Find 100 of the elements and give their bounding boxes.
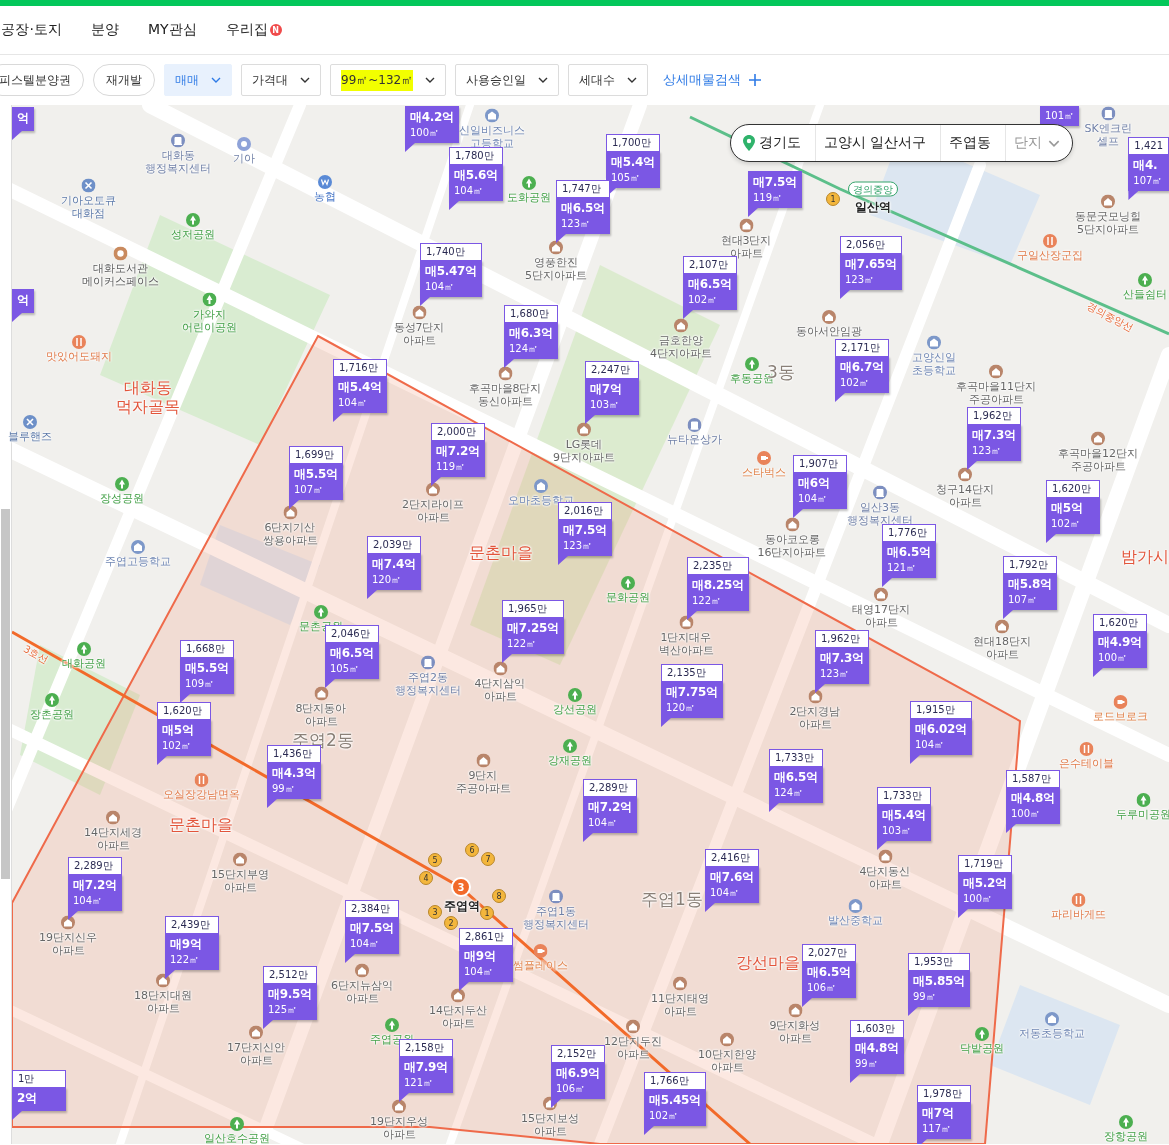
place-label: 15단지보성 아파트 [521, 1111, 579, 1138]
place-label: 대화동 먹자골목 [116, 378, 180, 416]
house-icon [1101, 194, 1115, 209]
breadcrumb-item[interactable]: 주엽동 [949, 125, 1007, 161]
tree-icon [230, 1117, 244, 1131]
house-icon [788, 1003, 802, 1018]
place-label: 19단지우성 아파트 [370, 1114, 428, 1141]
school-icon [131, 540, 145, 554]
house-icon [674, 318, 688, 333]
tree-icon [522, 176, 536, 190]
place-label: 일산3동 행정복지센터 [847, 500, 913, 527]
place-label: 도화공원 [507, 191, 551, 204]
location-pin-icon [743, 135, 755, 151]
place-label: 장항공원 [1104, 1130, 1148, 1143]
house-icon [995, 619, 1009, 634]
filter-dropdown[interactable]: 사용승인일 [455, 64, 560, 96]
plus-icon [749, 74, 762, 86]
place-label: 기아 [233, 152, 255, 165]
filter-dropdown[interactable]: 매매 [164, 64, 232, 96]
place-label: 동아서안임광 [796, 325, 862, 338]
house-icon [498, 366, 512, 381]
line-badge: 경의중앙 [848, 181, 898, 197]
filter-chip[interactable]: 재개발 [93, 64, 155, 96]
house-icon [233, 852, 247, 867]
house-icon [822, 310, 836, 324]
filter-dropdown[interactable]: 세대수 [568, 64, 649, 96]
house-icon [808, 689, 822, 704]
place-label: 문촌마을 [469, 542, 533, 562]
detail-search-link[interactable]: 상세매물검색 [663, 71, 762, 89]
place-label: 8단지동아 아파트 [295, 701, 347, 728]
school-icon [848, 899, 862, 913]
house-icon [626, 1019, 640, 1034]
house-icon [785, 517, 799, 532]
house-icon [577, 422, 591, 437]
house-icon [249, 1025, 263, 1040]
wrench-icon [23, 415, 37, 429]
house-icon [679, 615, 693, 630]
place-label: 17단지신안 아파트 [227, 1040, 285, 1067]
place-label: 동문굿모닝힐 5단지아파트 [1075, 209, 1141, 236]
house-icon [878, 849, 892, 864]
fork-icon [1043, 234, 1057, 248]
place-label: 금호한양 4단지아파트 [650, 333, 712, 360]
place-label: 1단지대우 벽산아파트 [658, 630, 714, 657]
place-label: 맛있어도돼지 [46, 350, 112, 363]
place-label: 장성공원 [100, 492, 144, 505]
fork-icon [1071, 893, 1085, 907]
filter-dropdown[interactable]: 99㎡~132㎡ [330, 64, 447, 96]
place-label: 문촌마을 [169, 814, 233, 834]
tree-icon [45, 693, 59, 707]
place-label: 6단지기산 쌍용아파트 [262, 520, 318, 547]
fork-icon [72, 335, 86, 349]
house-icon [1091, 431, 1105, 446]
fork-icon [194, 773, 208, 787]
school-icon [485, 108, 499, 123]
building-icon [873, 485, 887, 500]
place-label: 장촌공원 [30, 708, 74, 721]
house-icon [874, 587, 888, 602]
filter-dropdown[interactable]: 가격대 [241, 64, 321, 96]
tree-icon [186, 213, 200, 227]
house-icon [412, 305, 426, 320]
place-label: 기아오토큐 대화점 [60, 193, 116, 220]
breadcrumb-item[interactable]: 경기도 [759, 125, 816, 161]
tree-icon [563, 739, 577, 753]
place-label: 발산중학교 [827, 914, 883, 927]
place-label: 성저공원 [171, 228, 215, 241]
place-label: 주엽1동 행정복지센터 [523, 904, 589, 931]
house-icon [739, 218, 753, 233]
place-label: 15단지부영 아파트 [211, 867, 269, 894]
house-icon [673, 976, 687, 991]
place-label: 저동초등학교 [1019, 1027, 1085, 1040]
place-label: 파리바게뜨 [1050, 908, 1106, 921]
nav-link[interactable]: 우리집 N [225, 21, 282, 39]
tree-icon [568, 688, 582, 702]
place-label: 뉴타운상가 [666, 433, 722, 446]
chevron-down-icon [425, 77, 436, 83]
place-label: 주엽고등학교 [105, 555, 171, 568]
tree-icon [1119, 1115, 1133, 1129]
house-icon [958, 467, 972, 482]
chevron-down-icon [300, 77, 310, 83]
house-icon [989, 364, 1003, 379]
tree-icon [314, 605, 328, 619]
new-badge: N [269, 24, 282, 36]
filter-chip[interactable]: 피스텔분양권 [0, 64, 84, 96]
place-label: 14단지두산 아파트 [429, 1003, 487, 1030]
place-label: 구일산장군집 [1017, 249, 1083, 262]
place-label: 동성7단지 아파트 [393, 320, 445, 347]
scrollbar[interactable] [1, 509, 10, 879]
place-label: 두루미공원 [1115, 808, 1169, 821]
nav-link[interactable]: MY관심 [147, 21, 197, 39]
building-icon [421, 655, 435, 670]
cup-icon [533, 944, 547, 958]
tree-icon [1138, 273, 1152, 287]
place-label: 스타벅스 [742, 466, 786, 479]
school-icon [534, 479, 548, 493]
place-label: 대화도서관 메이커스페이스 [81, 261, 159, 288]
breadcrumb-item[interactable]: 고양시 일산서구 [824, 125, 942, 161]
house-icon [355, 963, 369, 978]
house-icon [426, 482, 440, 497]
nav-link[interactable]: ·공장·토지 [0, 21, 62, 39]
nav-link[interactable]: 분양 [90, 21, 119, 39]
